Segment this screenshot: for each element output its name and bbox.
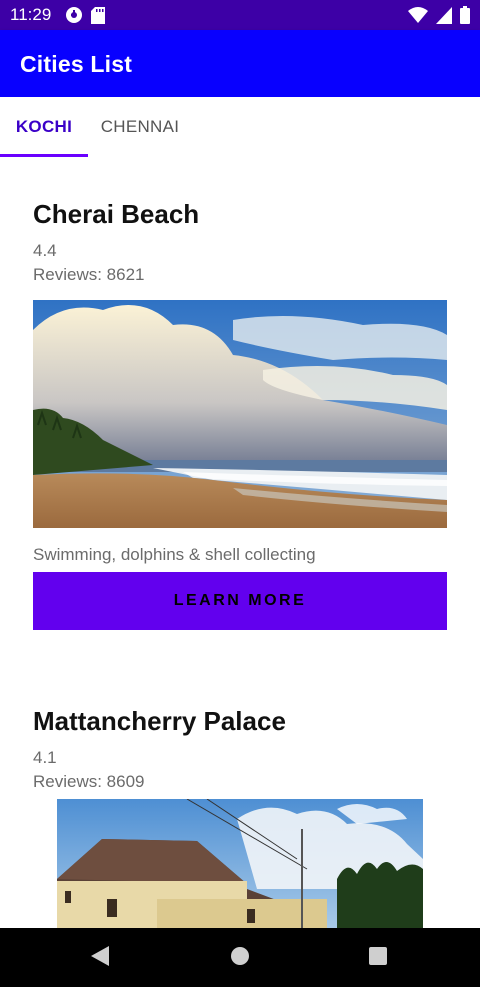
place-rating: 4.1 bbox=[33, 748, 57, 767]
place-rating: 4.4 bbox=[33, 241, 57, 260]
place-reviews: Reviews: 8621 bbox=[33, 265, 145, 284]
place-image bbox=[57, 799, 423, 928]
place-image bbox=[33, 300, 447, 528]
status-bar: 11:29 bbox=[0, 0, 480, 30]
place-description: Swimming, dolphins & shell collecting bbox=[33, 545, 316, 564]
wifi-icon bbox=[408, 6, 428, 23]
sd-card-icon bbox=[91, 6, 106, 24]
status-time: 11:29 bbox=[10, 5, 52, 24]
tab-bar: KOCHI CHENNAI bbox=[0, 97, 480, 157]
tab-kochi[interactable]: KOCHI bbox=[0, 97, 88, 157]
app-bar: Cities List bbox=[0, 30, 480, 97]
back-icon[interactable] bbox=[91, 946, 109, 966]
battery-icon bbox=[460, 6, 470, 24]
place-name: Cherai Beach bbox=[33, 199, 200, 229]
recents-icon[interactable] bbox=[369, 946, 387, 966]
place-name: Mattancherry Palace bbox=[33, 706, 286, 736]
place-reviews: Reviews: 8609 bbox=[33, 772, 145, 791]
app-title: Cities List bbox=[20, 51, 133, 77]
learn-more-button[interactable]: LEARN MORE bbox=[33, 572, 447, 630]
data-saver-icon bbox=[66, 7, 83, 23]
places-list[interactable]: Cherai Beach 4.4 Reviews: 8621 Swimming,… bbox=[0, 157, 480, 928]
tab-chennai[interactable]: CHENNAI bbox=[88, 97, 192, 157]
system-nav-bar bbox=[0, 928, 480, 987]
home-icon[interactable] bbox=[231, 946, 249, 966]
cell-signal-icon bbox=[436, 6, 452, 24]
